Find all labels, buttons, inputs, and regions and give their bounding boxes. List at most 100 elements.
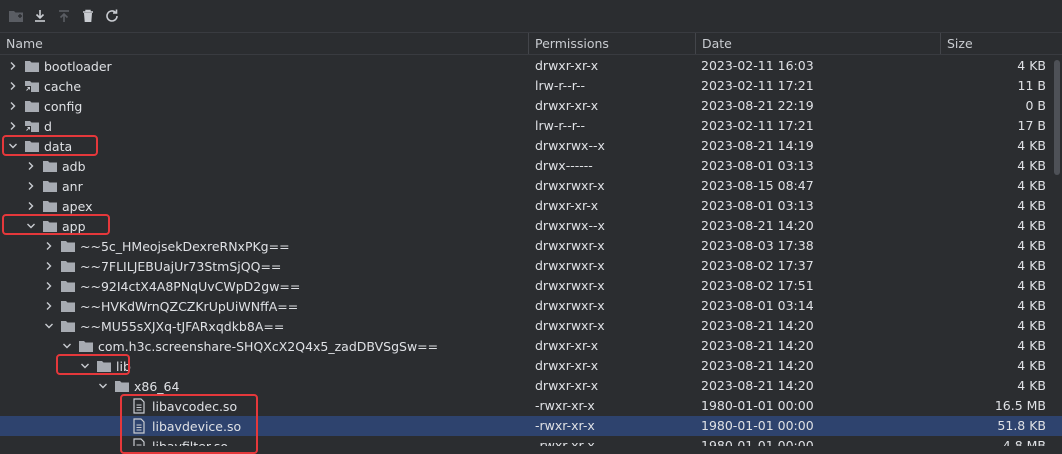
- table-row[interactable]: anr drwxrwxr-x 2023-08-15 08:47 4 KB: [0, 176, 1062, 196]
- refresh-button[interactable]: [102, 6, 122, 26]
- column-header-name[interactable]: Name: [0, 33, 528, 54]
- chevron-down-icon[interactable]: [60, 336, 74, 356]
- chevron-down-icon[interactable]: [42, 316, 56, 336]
- vertical-scrollbar[interactable]: [1054, 60, 1060, 175]
- table-row[interactable]: ~~5c_HMeojsekDexreRNxPKg== drwxrwxr-x 2023…: [0, 236, 1062, 256]
- row-name-cell: apex: [24, 196, 92, 216]
- column-header-size[interactable]: Size: [940, 33, 1062, 54]
- upload-button[interactable]: [54, 6, 74, 26]
- chevron-right-icon[interactable]: [42, 296, 56, 316]
- row-size: 17 B: [1017, 118, 1046, 133]
- download-button[interactable]: [30, 6, 50, 26]
- row-name: ~~5c_HMeojsekDexreRNxPKg==: [80, 238, 290, 254]
- row-name-cell: d: [6, 116, 52, 136]
- row-name: adb: [62, 158, 86, 174]
- row-date: 2023-02-11 17:21: [701, 118, 814, 133]
- row-size: 4.8 MB: [1002, 438, 1046, 446]
- row-name: ~~HVKdWrnQZCZKrUpUiWNffA==: [80, 298, 299, 314]
- chevron-right-icon[interactable]: [24, 196, 38, 216]
- table-row[interactable]: apex drwxr-xr-x 2023-08-01 03:13 4 KB: [0, 196, 1062, 216]
- row-permissions: drwxr-xr-x: [535, 358, 599, 373]
- table-row[interactable]: ~~7FLILJEBUajUr73StmSjQQ== drwxrwxr-x 2023…: [0, 256, 1062, 276]
- row-permissions: lrw-r--r--: [535, 78, 586, 93]
- upload-icon: [59, 10, 69, 22]
- folder-link-icon: [24, 79, 40, 93]
- row-size: 16.5 MB: [994, 398, 1046, 413]
- row-permissions: drwxrwxr-x: [535, 278, 605, 293]
- row-permissions: drwxrwxr-x: [535, 238, 605, 253]
- row-name-cell: bootloader: [6, 56, 112, 76]
- folder-icon: [42, 159, 58, 173]
- row-date: 2023-08-02 17:37: [701, 258, 814, 273]
- file-icon: [132, 418, 148, 434]
- chevron-right-icon[interactable]: [24, 156, 38, 176]
- table-row[interactable]: ~~HVKdWrnQZCZKrUpUiWNffA== drwxrwxr-x 2023…: [0, 296, 1062, 316]
- row-name: libavfilter.so: [152, 438, 229, 447]
- row-name: anr: [62, 178, 83, 194]
- table-row[interactable]: libavdevice.so -rwxr-xr-x 1980-01-01 00:00…: [0, 416, 1062, 436]
- row-permissions: -rwxr-xr-x: [535, 398, 595, 413]
- chevron-right-icon[interactable]: [6, 96, 20, 116]
- chevron-down-icon[interactable]: [78, 356, 92, 376]
- row-name: x86_64: [134, 378, 180, 394]
- table-row[interactable]: config drwxr-xr-x 2023-08-21 22:19 0 B: [0, 96, 1062, 116]
- row-size: 51.8 KB: [997, 418, 1046, 433]
- table-row[interactable]: com.h3c.screenshare-SHQXcX2Q4x5_zadDBVSg…: [0, 336, 1062, 356]
- row-date: 1980-01-01 00:00: [701, 398, 814, 413]
- row-size: 4 KB: [1017, 338, 1046, 353]
- row-date: 2023-08-01 03:13: [701, 198, 814, 213]
- row-name: libavdevice.so: [152, 418, 242, 434]
- table-row[interactable]: data drwxrwx--x 2023-08-21 14:19 4 KB: [0, 136, 1062, 156]
- table-row[interactable]: ~~MU55sXJXq-tJFARxqdkb8A== drwxrwxr-x 2023…: [0, 316, 1062, 336]
- row-size: 4 KB: [1017, 178, 1046, 193]
- chevron-right-icon[interactable]: [24, 176, 38, 196]
- row-permissions: drwxr-xr-x: [535, 198, 599, 213]
- row-date: 2023-02-11 17:21: [701, 78, 814, 93]
- chevron-right-icon[interactable]: [6, 76, 20, 96]
- row-name-cell: libavcodec.so: [114, 396, 237, 416]
- file-icon: [132, 398, 148, 414]
- chevron-right-icon[interactable]: [42, 256, 56, 276]
- table-row[interactable]: d lrw-r--r-- 2023-02-11 17:21 17 B: [0, 116, 1062, 136]
- row-size: 4 KB: [1017, 58, 1046, 73]
- delete-button[interactable]: [78, 6, 98, 26]
- column-header-permissions[interactable]: Permissions: [528, 33, 695, 54]
- folder-icon: [114, 379, 130, 393]
- column-header-date[interactable]: Date: [695, 33, 940, 54]
- row-name: libavcodec.so: [152, 398, 238, 414]
- toolbar: [0, 0, 1062, 32]
- table-row[interactable]: libavcodec.so -rwxr-xr-x 1980-01-01 00:00 1…: [0, 396, 1062, 416]
- table-row[interactable]: lib drwxr-xr-x 2023-08-21 14:20 4 KB: [0, 356, 1062, 376]
- table-row[interactable]: app drwxrwx--x 2023-08-21 14:20 4 KB: [0, 216, 1062, 236]
- row-permissions: drwxrwx--x: [535, 218, 605, 233]
- chevron-right-icon[interactable]: [6, 56, 20, 76]
- table-row[interactable]: libavfilter.so -rwxr-xr-x 1980-01-01 00:00…: [0, 436, 1062, 446]
- new-folder-icon: [9, 11, 23, 22]
- new-folder-button[interactable]: [6, 6, 26, 26]
- chevron-down-icon[interactable]: [6, 136, 20, 156]
- row-permissions: drwxr-xr-x: [535, 338, 599, 353]
- chevron-down-icon[interactable]: [96, 376, 110, 396]
- row-name-cell: cache: [6, 76, 81, 96]
- chevron-right-icon[interactable]: [42, 276, 56, 296]
- row-name: config: [44, 98, 83, 114]
- table-row[interactable]: ~~92I4ctX4A8PNqUvCWpD2gw== drwxrwxr-x 2023…: [0, 276, 1062, 296]
- row-size: 4 KB: [1017, 378, 1046, 393]
- table-row[interactable]: cache lrw-r--r-- 2023-02-11 17:21 11 B: [0, 76, 1062, 96]
- chevron-down-icon[interactable]: [24, 216, 38, 236]
- folder-icon: [42, 179, 58, 193]
- row-date: 2023-08-21 14:20: [701, 378, 814, 393]
- file-icon: [132, 438, 148, 446]
- folder-icon: [24, 139, 40, 153]
- row-size: 4 KB: [1017, 258, 1046, 273]
- table-row[interactable]: adb drwx------ 2023-08-01 03:13 4 KB: [0, 156, 1062, 176]
- row-date: 2023-08-01 03:14: [701, 298, 814, 313]
- chevron-right-icon[interactable]: [42, 236, 56, 256]
- row-size: 4 KB: [1017, 218, 1046, 233]
- chevron-right-icon[interactable]: [6, 116, 20, 136]
- row-size: 4 KB: [1017, 358, 1046, 373]
- folder-icon: [78, 339, 94, 353]
- table-header: Name Permissions Date Size: [0, 32, 1062, 55]
- table-row[interactable]: x86_64 drwxr-xr-x 2023-08-21 14:20 4 KB: [0, 376, 1062, 396]
- table-row[interactable]: bootloader drwxr-xr-x 2023-02-11 16:03 4 KB: [0, 56, 1062, 76]
